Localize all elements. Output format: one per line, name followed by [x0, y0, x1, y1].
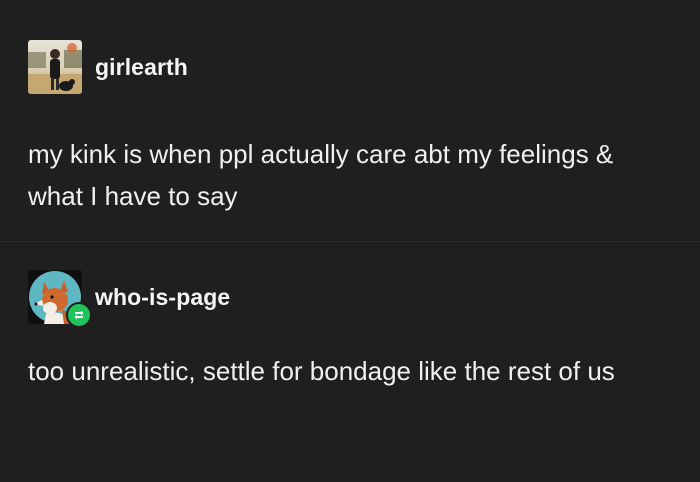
post-who-is-page: who-is-page too unrealistic, settle for … [0, 242, 700, 482]
post-header: who-is-page [28, 270, 230, 324]
username[interactable]: who-is-page [95, 284, 230, 311]
person-photo-avatar[interactable] [28, 40, 82, 94]
post-girlearth: girlearth my kink is when ppl actually c… [0, 0, 700, 242]
reblog-icon [66, 302, 92, 328]
username[interactable]: girlearth [95, 54, 188, 81]
post-header: girlearth [28, 40, 188, 94]
tumblr-thread: girlearth my kink is when ppl actually c… [0, 0, 700, 482]
post-text: my kink is when ppl actually care abt my… [28, 139, 614, 211]
post-text: too unrealistic, settle for bondage like… [28, 356, 615, 386]
